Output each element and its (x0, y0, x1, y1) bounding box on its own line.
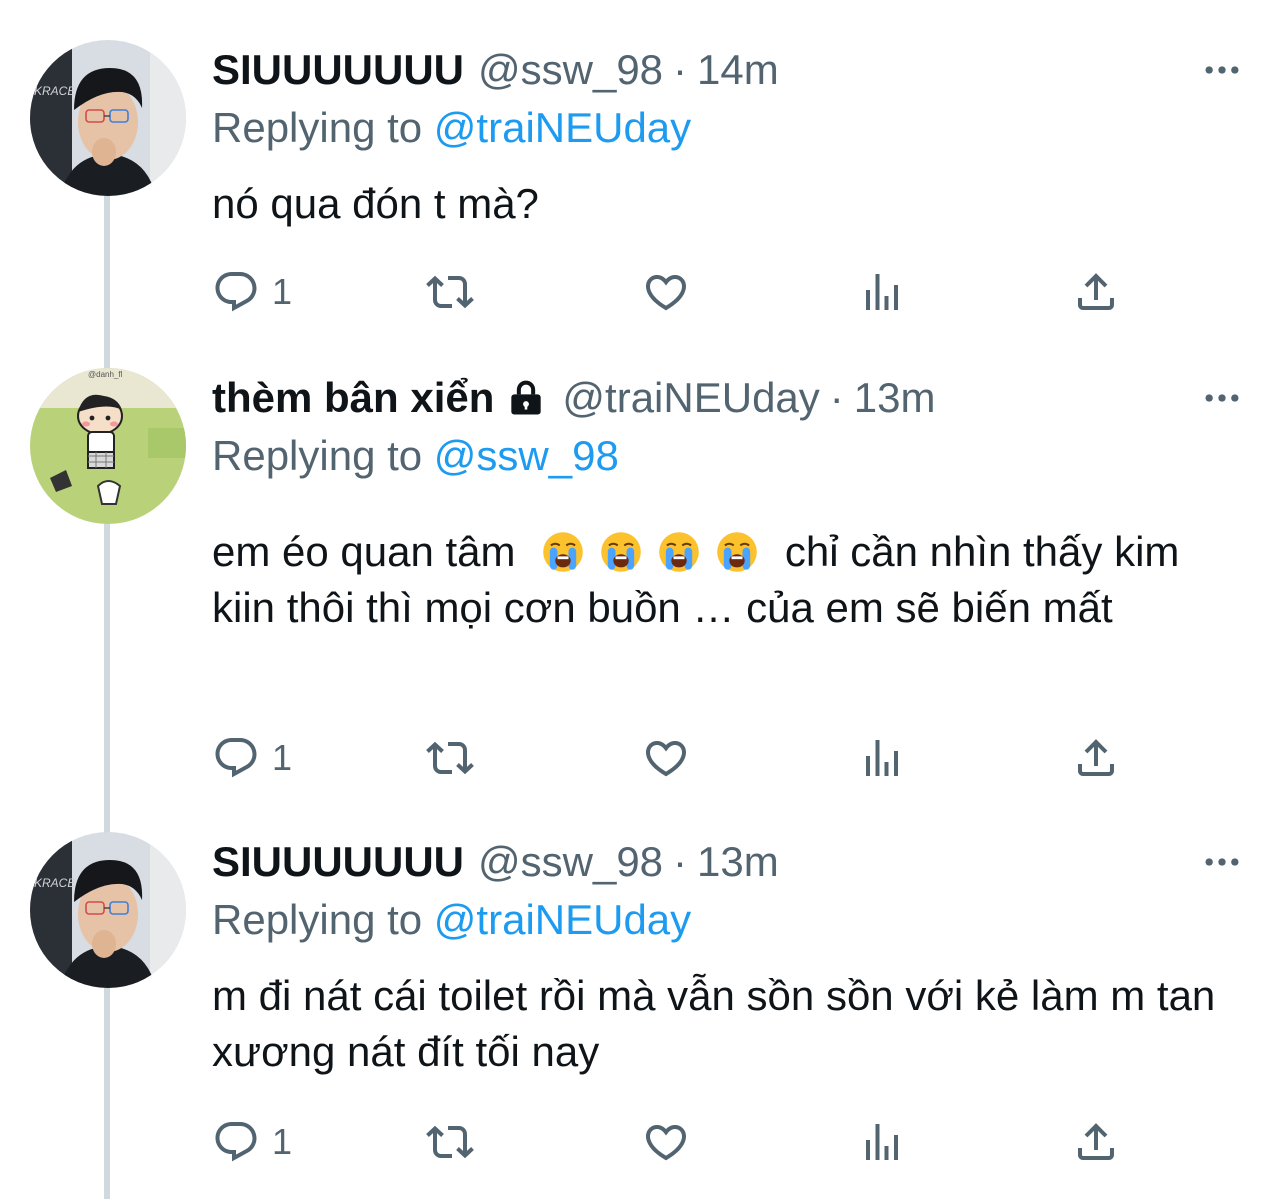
loudly-crying-face-emoji (715, 530, 759, 574)
lock-icon (504, 376, 548, 420)
timestamp[interactable]: 13m (697, 838, 779, 886)
avatar-caption: @danh_fl (88, 370, 123, 379)
reply-count: 1 (272, 1121, 293, 1162)
bar-chart-icon (858, 1118, 906, 1166)
timestamp[interactable]: 14m (697, 46, 779, 94)
share-button[interactable] (1072, 728, 1120, 788)
views-button[interactable] (858, 1112, 906, 1172)
views-button[interactable] (858, 262, 906, 322)
reply-count: 1 (272, 271, 293, 312)
speech-bubble-icon (212, 734, 260, 782)
retweet-icon (426, 1118, 474, 1166)
loudly-crying-face-emoji (541, 530, 585, 574)
share-button[interactable] (1072, 262, 1120, 322)
tweet-header: SIUUUUUUU @ssw_98 · 13m (212, 832, 1244, 892)
replying-to-line: Replying to @traiNEUday (212, 100, 1244, 156)
reply-button[interactable]: 1 (212, 728, 292, 788)
speech-bubble-icon (212, 268, 260, 316)
display-name[interactable]: thèm bân xiển (212, 374, 494, 422)
heart-icon (642, 734, 690, 782)
thread-connector-line (104, 195, 110, 1199)
tweet-actions: 1 (212, 728, 1172, 788)
avatar[interactable]: @danh_fl (30, 368, 186, 524)
tweet-content: SIUUUUUUU @ssw_98 · 13m Replying to @tra… (212, 832, 1244, 1080)
replying-to-line: Replying to @traiNEUday (212, 892, 1244, 948)
share-icon (1072, 268, 1120, 316)
replying-to-mention[interactable]: @ssw_98 (434, 432, 619, 479)
tweet-text-prefix: em éo quan tâm (212, 528, 516, 575)
retweet-button[interactable] (426, 1112, 474, 1172)
share-button[interactable] (1072, 1112, 1120, 1172)
tweet-text: nó qua đón t mà? (212, 180, 539, 227)
heart-icon (642, 268, 690, 316)
share-icon (1072, 734, 1120, 782)
replying-to-prefix: Replying to (212, 896, 423, 943)
replying-to-mention[interactable]: @traiNEUday (434, 104, 691, 151)
like-button[interactable] (642, 728, 690, 788)
avatar-image (30, 368, 186, 524)
reply-button[interactable]: 1 (212, 1112, 292, 1172)
tweet-text: em éo quan tâm chỉ cần nhìn thấy kim kii… (212, 524, 1244, 636)
speech-bubble-icon (212, 1118, 260, 1166)
separator: · (673, 46, 688, 93)
tweet-actions: 1 (212, 262, 1172, 322)
views-button[interactable] (858, 728, 906, 788)
replying-to-line: Replying to @ssw_98 (212, 428, 1244, 484)
replying-to-mention[interactable]: @traiNEUday (434, 896, 691, 943)
display-name[interactable]: SIUUUUUUU (212, 838, 464, 886)
user-handle[interactable]: @ssw_98 (478, 838, 663, 886)
avatar[interactable] (30, 832, 186, 988)
avatar[interactable] (30, 40, 186, 196)
tweet-header: thèm bân xiển @traiNEUday · 13m (212, 368, 1244, 428)
retweet-button[interactable] (426, 262, 474, 322)
share-icon (1072, 1118, 1120, 1166)
like-button[interactable] (642, 262, 690, 322)
avatar-image (30, 832, 186, 988)
tweet-content: thèm bân xiển @traiNEUday · 13m Replying… (212, 368, 1244, 636)
more-dots-icon[interactable] (1200, 840, 1244, 884)
reply-count: 1 (272, 737, 293, 778)
tweet-text: m đi nát cái toilet rồi mà vẫn sồn sồn v… (212, 972, 1216, 1075)
replying-to-prefix: Replying to (212, 104, 423, 151)
like-button[interactable] (642, 1112, 690, 1172)
replying-to-prefix: Replying to (212, 432, 423, 479)
display-name[interactable]: SIUUUUUUU (212, 46, 464, 94)
reply-button[interactable]: 1 (212, 262, 292, 322)
more-dots-icon[interactable] (1200, 376, 1244, 420)
loudly-crying-face-emoji (599, 530, 643, 574)
bar-chart-icon (858, 734, 906, 782)
retweet-button[interactable] (426, 728, 474, 788)
bar-chart-icon (858, 268, 906, 316)
avatar-image (30, 40, 186, 196)
loudly-crying-face-emoji (657, 530, 701, 574)
timestamp[interactable]: 13m (854, 374, 936, 422)
heart-icon (642, 1118, 690, 1166)
more-dots-icon[interactable] (1200, 48, 1244, 92)
tweet-header: SIUUUUUUU @ssw_98 · 14m (212, 40, 1244, 100)
separator: · (829, 374, 844, 421)
thread-page: SIUUUUUUU @ssw_98 · 14m Replying to @tra… (0, 0, 1284, 1199)
retweet-icon (426, 734, 474, 782)
tweet-content: SIUUUUUUU @ssw_98 · 14m Replying to @tra… (212, 40, 1244, 232)
retweet-icon (426, 268, 474, 316)
user-handle[interactable]: @traiNEUday (562, 374, 819, 422)
tweet-actions: 1 (212, 1112, 1172, 1172)
separator: · (673, 838, 688, 885)
user-handle[interactable]: @ssw_98 (478, 46, 663, 94)
